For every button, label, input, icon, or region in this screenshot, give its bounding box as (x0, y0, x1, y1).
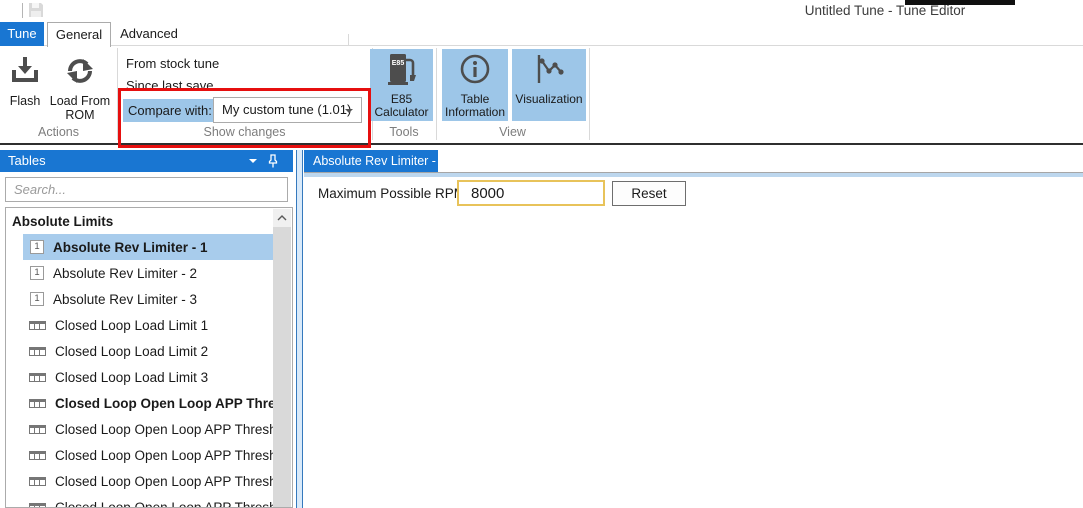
ribbon-bottom-border (0, 143, 1083, 145)
compare-with-label: Compare with: (123, 99, 217, 122)
table-information-label: Table Information (442, 93, 508, 119)
e85-calculator-button[interactable]: E85 E85 Calculator (370, 49, 433, 121)
compare-with-value: My custom tune (1.01) (222, 102, 351, 117)
quick-access-separator (22, 3, 23, 18)
group-label-tools: Tools (372, 125, 436, 141)
from-stock-tune-item[interactable]: From stock tune (126, 54, 219, 74)
refresh-icon (64, 50, 96, 94)
load-from-rom-label: Load From ROM (48, 94, 112, 122)
chevron-down-icon (345, 109, 353, 113)
table-list-item[interactable]: 1 Absolute Rev Limiter - 3 (6, 286, 292, 312)
table-list-item[interactable]: Closed Loop Open Loop APP Thresho (6, 442, 292, 468)
tables-panel-header: Tables (0, 150, 293, 172)
table-list-item[interactable]: Closed Loop Load Limit 2 (6, 338, 292, 364)
table-list-item-label: Absolute Rev Limiter - 1 (53, 240, 208, 255)
compare-with-dropdown[interactable]: My custom tune (1.01) (213, 97, 362, 123)
flash-button-label: Flash (10, 94, 41, 108)
info-circle-icon (458, 49, 492, 93)
group-label-view: View (436, 125, 589, 141)
tab-tune[interactable]: Tune (0, 22, 44, 46)
scrollbar[interactable] (273, 209, 291, 508)
since-last-save-item[interactable]: Since last save (126, 76, 213, 96)
table-list-item[interactable]: Closed Loop Load Limit 1 (6, 312, 292, 338)
table-row-icon (29, 425, 46, 434)
tables-panel-title: Tables (8, 153, 46, 168)
value-1-icon: 1 (30, 240, 44, 254)
table-list-item-label: Closed Loop Load Limit 1 (55, 318, 208, 333)
table-row-icon (29, 399, 46, 408)
scrollbar-thumb[interactable] (273, 227, 291, 508)
chevron-up-icon[interactable] (273, 209, 291, 226)
document-tab[interactable]: Absolute Rev Limiter - 1 (304, 150, 438, 172)
table-list-item-label: Closed Loop Load Limit 2 (55, 344, 208, 359)
panel-splitter[interactable] (296, 150, 303, 508)
pin-icon[interactable] (265, 153, 281, 169)
max-rpm-label: Maximum Possible RPM: (318, 182, 469, 206)
reset-button[interactable]: Reset (612, 181, 686, 206)
table-list: Absolute Limits 1 Absolute Rev Limiter - 1… (5, 207, 293, 508)
top-black-bar (905, 0, 1015, 5)
visualization-button[interactable]: Visualization (512, 49, 586, 121)
table-list-item-label: Closed Loop Load Limit 3 (55, 370, 208, 385)
load-from-rom-button[interactable]: Load From ROM (48, 50, 112, 124)
search-input[interactable] (5, 177, 288, 202)
table-list-item-label: Closed Loop Open Loop APP Thresho (55, 500, 284, 508)
download-icon (9, 50, 41, 94)
table-list-item[interactable]: Closed Loop Open Loop APP Thresho (6, 494, 292, 508)
table-list-item-label: Absolute Rev Limiter - 2 (53, 266, 197, 281)
tab-row-tick (348, 34, 349, 46)
table-information-button[interactable]: Table Information (442, 49, 508, 121)
table-list-item[interactable]: Closed Loop Open Loop APP Thresho (6, 468, 292, 494)
line-chart-icon (531, 49, 567, 93)
window-title: Untitled Tune - Tune Editor (740, 3, 1030, 18)
table-row-icon (29, 477, 46, 486)
visualization-label: Visualization (515, 93, 582, 106)
table-list-item-label: Closed Loop Open Loop APP Thresho (55, 448, 284, 463)
group-label-show-changes: Show changes (117, 125, 372, 141)
save-icon[interactable] (28, 2, 44, 18)
group-separator (589, 48, 590, 140)
table-row-icon (29, 347, 46, 356)
table-list-item[interactable]: Closed Loop Load Limit 3 (6, 364, 292, 390)
table-list-item-label: Closed Loop Open Loop APP Thresho (55, 474, 284, 489)
tab-general[interactable]: General (47, 22, 111, 47)
e85-calculator-label: E85 Calculator (370, 93, 433, 119)
group-label-actions: Actions (0, 125, 117, 141)
table-list-item-label: Closed Loop Open Loop APP Thresh (55, 396, 291, 411)
svg-text:E85: E85 (391, 60, 404, 67)
table-list-item[interactable]: 1 Absolute Rev Limiter - 2 (6, 260, 292, 286)
flash-button[interactable]: Flash (2, 50, 48, 124)
table-list-item-label: Closed Loop Open Loop APP Thresho (55, 422, 284, 437)
value-1-icon: 1 (30, 292, 44, 306)
fuel-pump-icon: E85 (387, 49, 417, 93)
table-row-icon (29, 503, 46, 508)
table-category-header[interactable]: Absolute Limits (6, 208, 292, 234)
table-list-item[interactable]: 1 Absolute Rev Limiter - 1 (23, 234, 275, 260)
table-row-icon (29, 373, 46, 382)
value-1-icon: 1 (30, 266, 44, 280)
table-list-item-label: Absolute Rev Limiter - 3 (53, 292, 197, 307)
chevron-down-icon[interactable] (249, 159, 257, 163)
tab-advanced[interactable]: Advanced (113, 22, 185, 46)
max-rpm-input[interactable] (457, 180, 605, 206)
table-row-icon (29, 321, 46, 330)
table-list-item[interactable]: Closed Loop Open Loop APP Thresh (6, 390, 292, 416)
tabstrip-underline (304, 173, 1083, 177)
table-row-icon (29, 451, 46, 460)
table-list-item[interactable]: Closed Loop Open Loop APP Thresho (6, 416, 292, 442)
